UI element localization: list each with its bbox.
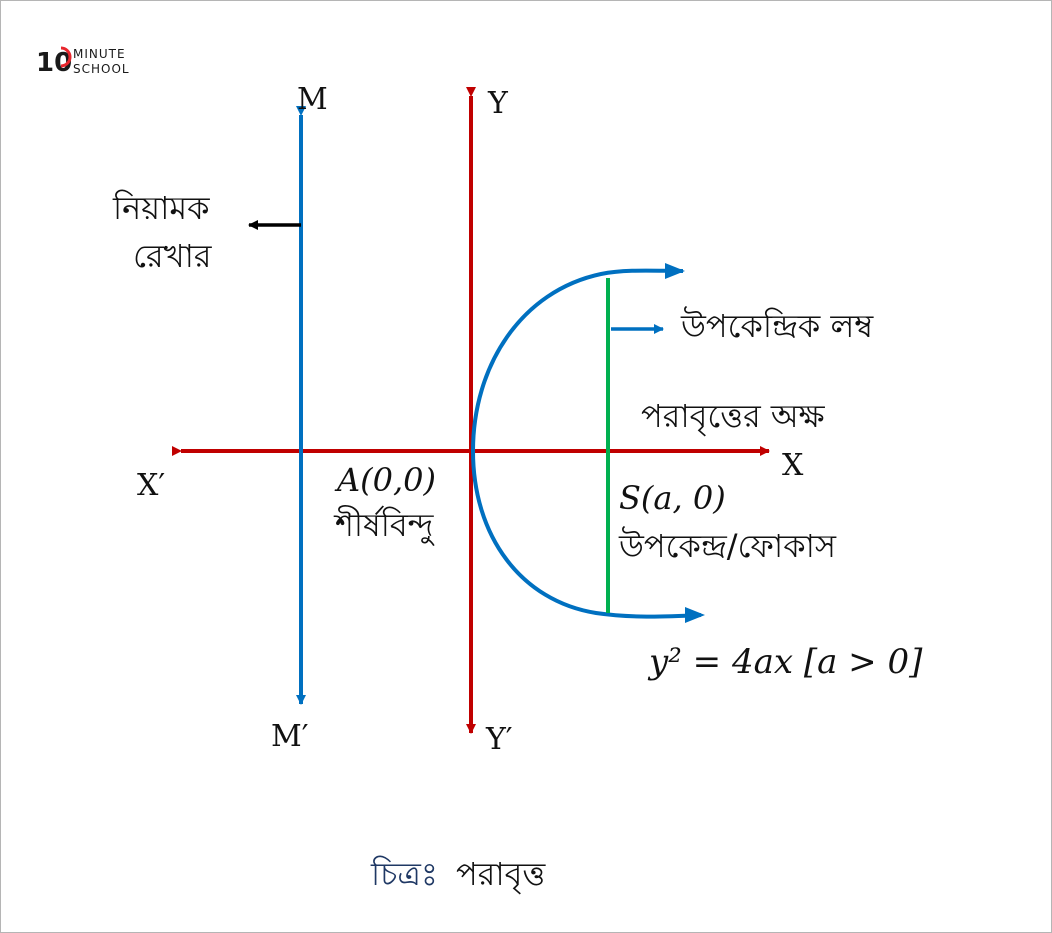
- label-directrix-line1: নিয়ামক: [112, 189, 210, 227]
- label-y-top: Y: [487, 86, 509, 121]
- caption-prefix: চিত্রঃ: [370, 855, 438, 893]
- caption-text: পরাবৃত্ত: [456, 855, 546, 894]
- parabola-equation: y² = 4ax [a > 0]: [647, 642, 923, 682]
- label-latus-rectum: উপকেন্দ্রিক লম্ব: [680, 306, 874, 345]
- label-directrix-top: M: [297, 82, 328, 117]
- label-vertex-name: শীর্ষবিন্দু: [333, 505, 435, 546]
- label-x-left: X′: [137, 468, 165, 503]
- label-axis-of-parabola: পরাবৃত্তের অক্ষ: [641, 397, 826, 436]
- diagram-frame: 10 MINUTE SCHOOL M M′ Y Y′ X′ X নিয়ামক …: [0, 0, 1052, 933]
- logo-line-2: SCHOOL: [73, 62, 130, 76]
- parabola-top-arrowhead-icon: [665, 263, 685, 279]
- label-directrix-bottom: M′: [271, 719, 309, 754]
- parabola-bottom-arrowhead-icon: [685, 607, 705, 623]
- label-x-right: X: [782, 448, 804, 483]
- parabola-diagram: 10 MINUTE SCHOOL M M′ Y Y′ X′ X নিয়ামক …: [36, 46, 923, 894]
- label-directrix-line2: রেখার: [133, 237, 213, 275]
- ten-minute-school-logo: 10 MINUTE SCHOOL: [36, 46, 130, 78]
- label-y-bottom: Y′: [485, 722, 513, 757]
- label-focus-coordinate: S(a, 0): [619, 479, 726, 517]
- label-focus-name: উপকেন্দ্র/ফোকাস: [618, 526, 837, 565]
- label-vertex-coordinate: A(0,0): [334, 461, 436, 499]
- figure-caption: চিত্রঃ পরাবৃত্ত: [370, 855, 546, 894]
- logo-line-1: MINUTE: [73, 47, 126, 61]
